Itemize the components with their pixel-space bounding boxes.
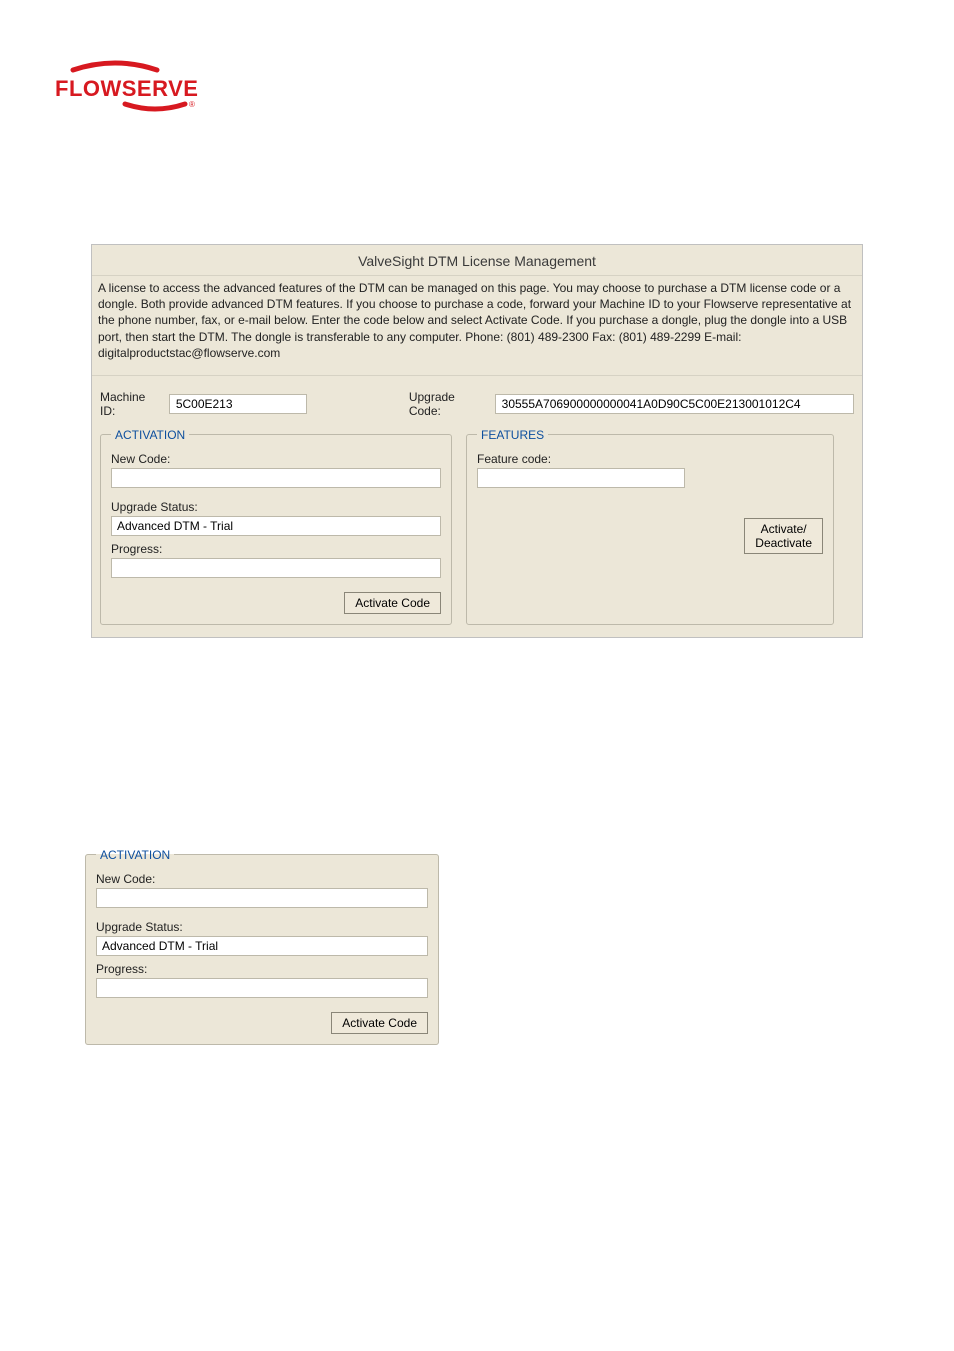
machine-id-label: Machine ID: [100,390,163,418]
activation-legend-2: ACTIVATION [96,848,174,862]
new-code-input-2[interactable] [96,888,428,908]
upgrade-status-label-2: Upgrade Status: [96,920,428,934]
upgrade-status-label: Upgrade Status: [111,500,441,514]
activate-deactivate-button[interactable]: Activate/ Deactivate [744,518,823,554]
features-panel: FEATURES Feature code: Activate/ Deactiv… [466,428,834,625]
id-code-row: Machine ID: Upgrade Code: [92,376,862,428]
progress-label-2: Progress: [96,962,428,976]
svg-text:®: ® [189,100,195,109]
flowserve-logo: FLOWSERVE ® [55,60,899,114]
activate-code-button-2[interactable]: Activate Code [331,1012,428,1034]
new-code-input[interactable] [111,468,441,488]
upgrade-code-field[interactable] [495,394,854,414]
machine-id-field[interactable] [169,394,307,414]
activation-legend: ACTIVATION [111,428,189,442]
license-management-dialog: ValveSight DTM License Management A lice… [91,244,863,638]
new-code-label-2: New Code: [96,872,428,886]
activate-code-button[interactable]: Activate Code [344,592,441,614]
feature-code-input[interactable] [477,468,685,488]
features-legend: FEATURES [477,428,548,442]
progress-bar-2 [96,978,428,998]
activation-panel-standalone: ACTIVATION New Code: Upgrade Status: Adv… [85,848,439,1045]
dialog-description: A license to access the advanced feature… [92,276,862,376]
feature-code-label: Feature code: [477,452,823,466]
activation-panel: ACTIVATION New Code: Upgrade Status: Adv… [100,428,452,625]
logo-text: FLOWSERVE [55,76,198,101]
upgrade-status-value: Advanced DTM - Trial [111,516,441,536]
upgrade-code-label: Upgrade Code: [409,390,489,418]
progress-bar [111,558,441,578]
dialog-title: ValveSight DTM License Management [92,245,862,276]
progress-label: Progress: [111,542,441,556]
new-code-label: New Code: [111,452,441,466]
upgrade-status-value-2: Advanced DTM - Trial [96,936,428,956]
